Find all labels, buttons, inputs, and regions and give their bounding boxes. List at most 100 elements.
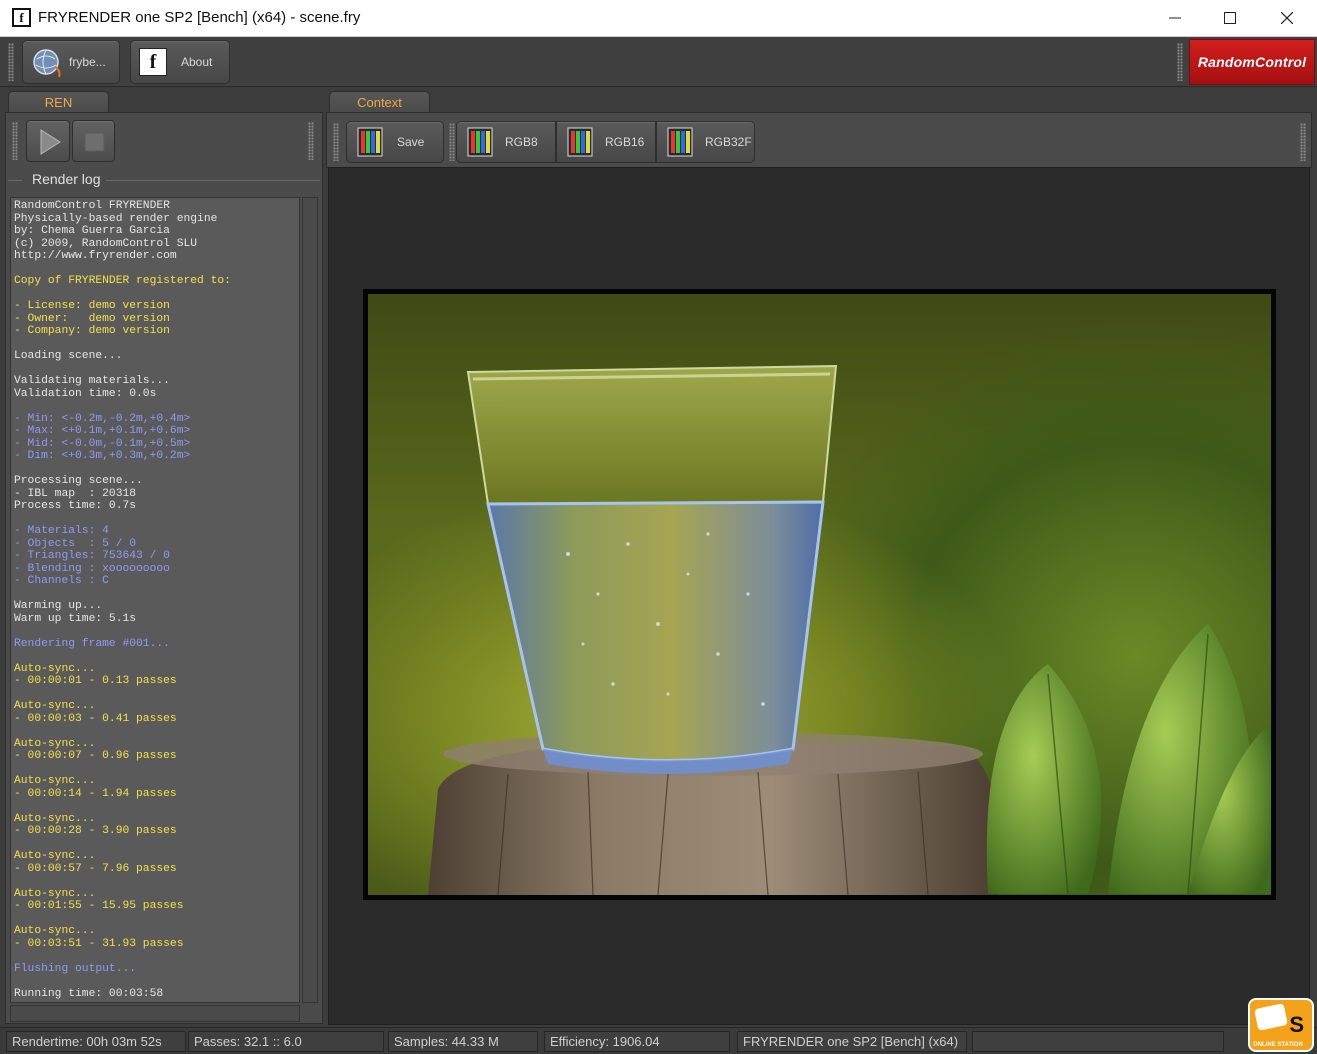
log-line: Warming up...	[14, 600, 103, 612]
log-line: Validation time: 0.0s	[14, 387, 157, 400]
log-line: Warm up time: 5.1s	[14, 612, 137, 625]
log-line: - Mid: <-0.0m,-0.1m,+0.5m>	[14, 437, 191, 450]
log-line: Processing scene...	[14, 475, 143, 487]
log-line: Rendering frame #001...	[14, 637, 170, 650]
context-toolbar-grip-right[interactable]	[1300, 123, 1306, 161]
groupbox-line-left	[8, 180, 22, 181]
render-log[interactable]: RandomControl FRYRENDER Physically-based …	[10, 197, 300, 1003]
log-line: - 00:00:01 - 0.13 passes	[14, 675, 177, 687]
status-bar: Rendertime: 00h 03m 52s Passes: 32.1 :: …	[0, 1027, 1317, 1054]
about-button[interactable]: f About	[130, 40, 230, 84]
log-line: - Dim: <+0.3m,+0.3m,+0.2m>	[14, 450, 191, 462]
log-line: Auto-sync...	[14, 662, 96, 675]
log-line: - 00:00:03 - 0.41 passes	[14, 712, 177, 725]
log-line: Flushing output...	[14, 962, 137, 975]
log-vertical-scrollbar[interactable]	[302, 197, 318, 1003]
rgb32f-label: RGB32F	[705, 135, 752, 149]
context-toolbar-grip-2[interactable]	[449, 123, 455, 161]
render-frame	[363, 289, 1276, 900]
toolbar-grip[interactable]	[8, 43, 14, 81]
left-toolbar-grip-right[interactable]	[308, 122, 314, 160]
status-samples: Samples: 44.33 M	[388, 1031, 538, 1052]
rgb8-button[interactable]: RGB8	[456, 121, 556, 163]
left-toolbar-grip[interactable]	[12, 122, 18, 160]
log-line: - IBL map : 20318	[14, 487, 137, 500]
minimize-button[interactable]	[1152, 0, 1198, 36]
log-line: by: Chema Guerra Garcia	[14, 225, 170, 237]
badge-letter: S	[1289, 1012, 1304, 1037]
frybe-label: frybe...	[69, 55, 106, 69]
log-horizontal-scrollbar[interactable]	[10, 1005, 300, 1022]
log-line: - Max: <+0.1m,+0.1m,+0.6m>	[14, 425, 191, 437]
status-version: FRYRENDER one SP2 [Bench] (x64)	[737, 1031, 967, 1052]
log-line: http://www.fryrender.com	[14, 250, 177, 262]
log-line: RandomControl FRYRENDER	[14, 200, 170, 212]
log-line: - Materials: 4	[14, 525, 109, 537]
window-title: FRYRENDER one SP2 [Bench] (x64) - scene.…	[38, 9, 361, 26]
log-line: Auto-sync...	[14, 925, 96, 937]
log-line: (c) 2009, RandomControl SLU	[14, 237, 198, 250]
toolbar-grip-right[interactable]	[1177, 43, 1183, 81]
about-label: About	[181, 55, 213, 69]
rgb32f-button[interactable]: RGB32F	[656, 121, 755, 163]
log-line: - License: demo version	[14, 300, 170, 312]
stop-icon	[84, 132, 105, 152]
rgb16-label: RGB16	[605, 135, 645, 149]
minimize-icon	[1169, 17, 1181, 19]
log-line: Physically-based render engine	[14, 212, 218, 225]
log-line: Auto-sync...	[14, 812, 96, 825]
log-line: - Triangles: 753643 / 0	[14, 550, 170, 562]
close-icon	[1281, 12, 1293, 24]
log-line: - 00:01:55 - 15.95 passes	[14, 900, 184, 912]
status-efficiency: Efficiency: 1906.04	[544, 1031, 730, 1052]
log-line: - 00:00:07 - 0.96 passes	[14, 750, 177, 762]
rendered-image[interactable]	[368, 294, 1271, 895]
save-label: Save	[397, 135, 425, 149]
maximize-icon	[1224, 12, 1236, 24]
status-empty-field	[972, 1031, 1224, 1052]
rgb8-icon	[467, 127, 493, 157]
rgb16-icon	[567, 127, 593, 157]
rgb8-label: RGB8	[505, 135, 538, 149]
log-line: - Channels : C	[14, 575, 109, 587]
stop-button[interactable]	[72, 120, 115, 162]
log-line: - Objects : 5 / 0	[14, 537, 137, 550]
log-line: - Owner: demo version	[14, 312, 170, 325]
app-icon: f	[12, 8, 31, 27]
log-line: Running time: 00:03:58	[14, 987, 164, 1000]
maximize-button[interactable]	[1207, 0, 1253, 36]
log-line: Auto-sync...	[14, 850, 96, 862]
rendered-scene-illustration	[428, 364, 1271, 895]
rgb16-button[interactable]: RGB16	[556, 121, 656, 163]
log-line: Auto-sync...	[14, 737, 96, 750]
context-toolbar-grip[interactable]	[333, 123, 339, 161]
play-button[interactable]	[26, 120, 70, 162]
randomcontrol-logo: RandomControl	[1189, 39, 1315, 85]
log-line: - 00:00:28 - 3.90 passes	[14, 825, 177, 837]
about-icon: f	[139, 48, 167, 76]
close-button[interactable]	[1264, 0, 1310, 36]
tab-ren[interactable]: REN	[8, 91, 109, 113]
status-rendertime: Rendertime: 00h 03m 52s	[6, 1031, 186, 1052]
tab-context[interactable]: Context	[329, 91, 430, 113]
badge-text: ONLINE STATION	[1253, 1042, 1303, 1048]
frybe-button[interactable]: frybe...	[22, 40, 120, 84]
log-line: - 00:03:51 - 31.93 passes	[14, 937, 184, 950]
log-line: - 00:00:57 - 7.96 passes	[14, 862, 177, 875]
save-button[interactable]: Save	[346, 121, 444, 163]
log-line: Auto-sync...	[14, 887, 96, 900]
online-station-badge: S ONLINE STATION	[1248, 998, 1314, 1052]
